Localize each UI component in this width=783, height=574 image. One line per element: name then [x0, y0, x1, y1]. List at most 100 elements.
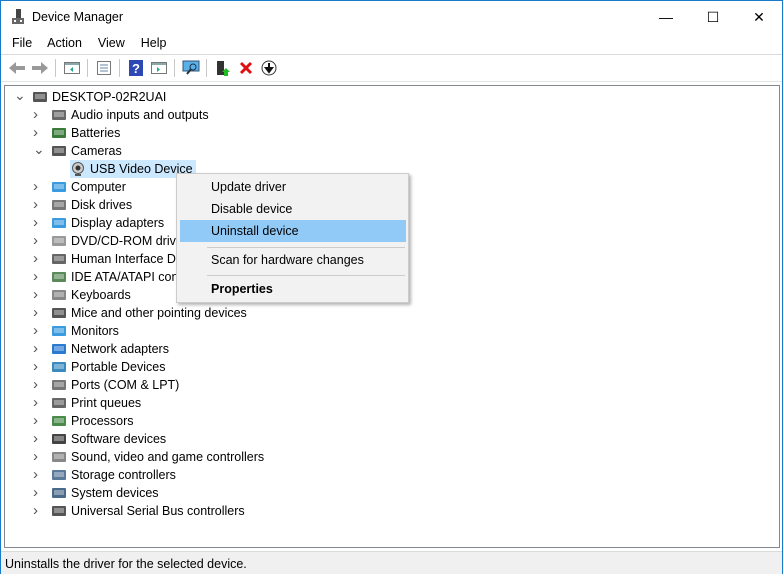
- tree-item[interactable]: Ports (COM & LPT): [51, 376, 179, 394]
- menu-item-properties[interactable]: Properties: [180, 278, 406, 300]
- window-title: Device Manager: [32, 10, 124, 24]
- tree-item-content[interactable]: Keyboards: [51, 286, 131, 304]
- menu-view[interactable]: View: [88, 34, 131, 54]
- chevron-right-icon[interactable]: ›: [33, 323, 41, 338]
- tree-item-content[interactable]: Computer: [51, 178, 126, 196]
- update-driver-icon[interactable]: [211, 57, 234, 79]
- uninstall-icon[interactable]: [234, 57, 257, 79]
- title-bar: Device Manager — ☐ ✕: [1, 1, 782, 33]
- chevron-right-icon[interactable]: ›: [33, 467, 41, 482]
- tree-item-label: Software devices: [71, 432, 167, 446]
- menu-item-uninstall-device[interactable]: Uninstall device: [180, 220, 406, 242]
- tree-item[interactable]: DESKTOP-02R2UAI: [32, 88, 166, 106]
- tree-item-content[interactable]: Universal Serial Bus controllers: [51, 502, 245, 520]
- chevron-right-icon[interactable]: ›: [33, 233, 41, 248]
- device-manager-window: Device Manager — ☐ ✕ File Action View He…: [0, 0, 783, 574]
- print-queues-icon: [52, 398, 66, 408]
- tree-item[interactable]: Network adapters: [51, 340, 169, 358]
- tree-item[interactable]: Mice and other pointing devices: [51, 304, 247, 322]
- chevron-right-icon[interactable]: ›: [33, 107, 41, 122]
- tree-item-content[interactable]: DVD/CD-ROM drives: [51, 232, 189, 250]
- tree-item[interactable]: Disk drives: [51, 196, 132, 214]
- close-button[interactable]: ✕: [736, 1, 782, 33]
- tree-item-content[interactable]: Audio inputs and outputs: [51, 106, 209, 124]
- help-icon[interactable]: ?: [124, 57, 147, 79]
- scan-hardware-icon[interactable]: [179, 57, 202, 79]
- tree-item-content[interactable]: Portable Devices: [51, 358, 166, 376]
- disable-icon[interactable]: [257, 57, 280, 79]
- menu-item-disable-device[interactable]: Disable device: [180, 198, 406, 220]
- tree-item-content[interactable]: Mice and other pointing devices: [51, 304, 247, 322]
- tree-item-content[interactable]: Display adapters: [51, 214, 164, 232]
- maximize-button[interactable]: ☐: [690, 1, 736, 33]
- monitors-icon: [52, 326, 66, 336]
- menu-item-update-driver[interactable]: Update driver: [180, 176, 406, 198]
- chevron-right-icon[interactable]: ›: [33, 395, 41, 410]
- chevron-right-icon[interactable]: ›: [33, 431, 41, 446]
- chevron-right-icon[interactable]: ›: [33, 305, 41, 320]
- forward-icon[interactable]: [28, 57, 51, 79]
- tree-item[interactable]: DVD/CD-ROM drives: [51, 232, 189, 250]
- tree-item-content[interactable]: System devices: [51, 484, 159, 502]
- show-hide-console-tree-icon[interactable]: [60, 57, 83, 79]
- chevron-right-icon[interactable]: ›: [33, 125, 41, 140]
- tree-item[interactable]: Computer: [51, 178, 126, 196]
- tree-item[interactable]: Universal Serial Bus controllers: [51, 502, 245, 520]
- chevron-right-icon[interactable]: ›: [33, 251, 41, 266]
- chevron-right-icon[interactable]: ›: [33, 413, 41, 428]
- portable-devices-icon: [52, 362, 66, 372]
- context-menu: Update driver Disable device Uninstall d…: [176, 173, 409, 303]
- tree-item[interactable]: Software devices: [51, 430, 166, 448]
- menu-action[interactable]: Action: [38, 34, 88, 54]
- tree-item-content[interactable]: Network adapters: [51, 340, 169, 358]
- tree-item-content[interactable]: Processors: [51, 412, 134, 430]
- chevron-right-icon[interactable]: ›: [33, 269, 41, 284]
- device-tree[interactable]: ⌄ DESKTOP-02R2UAI › Audio inputs and output…: [4, 85, 780, 548]
- tree-item[interactable]: Keyboards: [51, 286, 131, 304]
- tree-item-content[interactable]: Storage controllers: [51, 466, 176, 484]
- tree-item-content[interactable]: Sound, video and game controllers: [51, 448, 264, 466]
- properties-icon[interactable]: [92, 57, 115, 79]
- chevron-right-icon[interactable]: ›: [33, 377, 41, 392]
- tree-item[interactable]: Sound, video and game controllers: [51, 448, 264, 466]
- tree-item-content[interactable]: Batteries: [51, 124, 120, 142]
- processors-icon: [52, 416, 66, 426]
- chevron-right-icon[interactable]: ›: [33, 485, 41, 500]
- chevron-down-icon[interactable]: ⌄: [33, 142, 45, 156]
- tree-item[interactable]: Portable Devices: [51, 358, 166, 376]
- tree-item-label: DESKTOP-02R2UAI: [52, 90, 167, 104]
- tree-item-content[interactable]: Disk drives: [51, 196, 132, 214]
- action-pane-icon[interactable]: [147, 57, 170, 79]
- tree-item-content[interactable]: Ports (COM & LPT): [51, 376, 179, 394]
- tree-item[interactable]: Monitors: [51, 322, 119, 340]
- chevron-down-icon[interactable]: ⌄: [14, 88, 26, 102]
- tree-item[interactable]: Audio inputs and outputs: [51, 106, 209, 124]
- tree-item[interactable]: System devices: [51, 484, 159, 502]
- tree-item-content[interactable]: Monitors: [51, 322, 119, 340]
- chevron-right-icon[interactable]: ›: [33, 179, 41, 194]
- menu-file[interactable]: File: [1, 34, 38, 54]
- menu-help[interactable]: Help: [131, 34, 173, 54]
- minimize-button[interactable]: —: [643, 1, 689, 33]
- tree-item[interactable]: Cameras: [51, 142, 122, 160]
- tree-item[interactable]: Display adapters: [51, 214, 164, 232]
- tree-item-content[interactable]: Software devices: [51, 430, 166, 448]
- menu-item-scan-hardware[interactable]: Scan for hardware changes: [180, 249, 406, 271]
- chevron-right-icon[interactable]: ›: [33, 359, 41, 374]
- status-text: Uninstalls the driver for the selected d…: [5, 557, 247, 571]
- tree-item-content[interactable]: Cameras: [51, 142, 122, 160]
- tree-item[interactable]: Processors: [51, 412, 134, 430]
- chevron-right-icon[interactable]: ›: [33, 287, 41, 302]
- tree-item[interactable]: Storage controllers: [51, 466, 176, 484]
- chevron-right-icon[interactable]: ›: [33, 215, 41, 230]
- chevron-right-icon[interactable]: ›: [33, 449, 41, 464]
- chevron-right-icon[interactable]: ›: [33, 503, 41, 518]
- chevron-right-icon[interactable]: ›: [33, 341, 41, 356]
- tree-item-content[interactable]: Print queues: [51, 394, 141, 412]
- tree-item-content[interactable]: DESKTOP-02R2UAI: [32, 88, 166, 106]
- webcam-icon: [72, 162, 84, 176]
- chevron-right-icon[interactable]: ›: [33, 197, 41, 212]
- tree-item[interactable]: Print queues: [51, 394, 141, 412]
- back-icon[interactable]: [5, 57, 28, 79]
- tree-item[interactable]: Batteries: [51, 124, 120, 142]
